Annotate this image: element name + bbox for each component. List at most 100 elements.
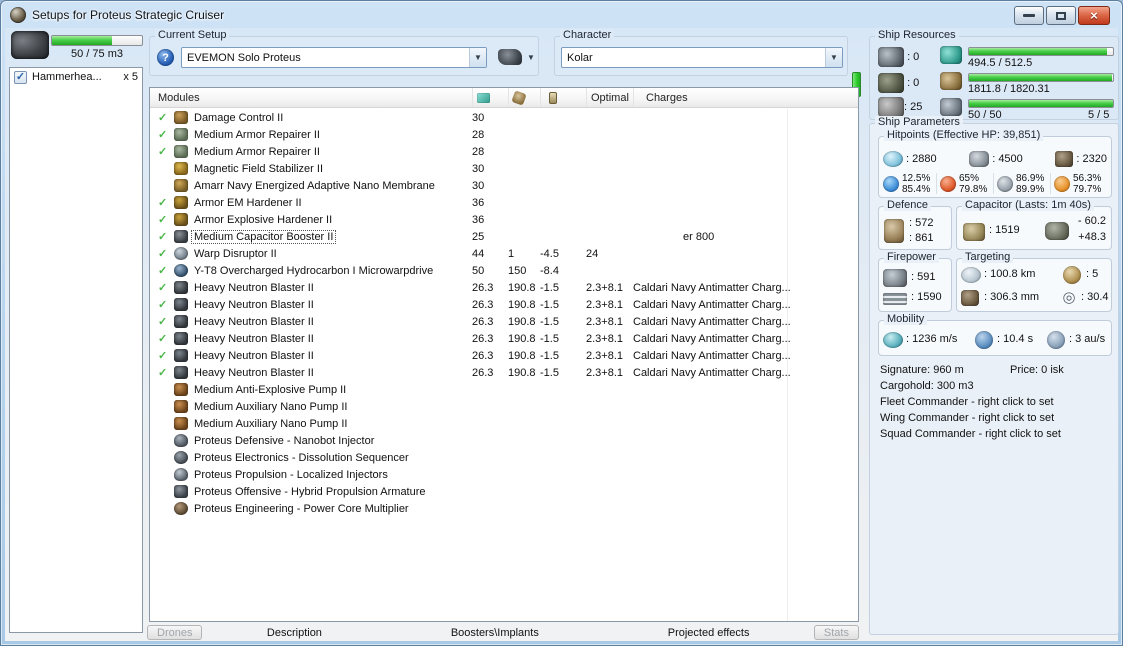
module-cpu: 26.3 <box>472 349 494 362</box>
wing-commander-text[interactable]: Wing Commander - right click to set <box>880 412 1112 428</box>
stats-button[interactable]: Stats <box>813 625 859 640</box>
minimize-button[interactable] <box>1014 6 1044 25</box>
module-row[interactable]: ✓ Armor Explosive Hardener II 36 <box>150 211 858 228</box>
drones-text: 50 / 50 <box>968 109 1002 121</box>
titlebar[interactable]: Setups for Proteus Strategic Cruiser × <box>1 1 1122 28</box>
damage-control-icon <box>174 111 188 124</box>
module-charges: er 800 <box>683 230 715 243</box>
chevron-down-icon[interactable]: ▼ <box>469 48 486 67</box>
blaster-icon <box>174 332 188 345</box>
blaster-icon <box>174 298 188 311</box>
module-row[interactable]: ✓ Y-T8 Overcharged Hydrocarbon I Microwar… <box>150 262 858 279</box>
defence-value-2: : 861 <box>909 232 934 244</box>
module-name: Amarr Navy Energized Adaptive Nano Membr… <box>194 179 435 192</box>
defence-value-1: : 572 <box>909 217 934 229</box>
module-row[interactable]: ✓ Heavy Neutron Blaster II 26.3 190.8 -1.5 2.… <box>150 313 858 330</box>
module-cpu: 30 <box>472 179 485 192</box>
module-row[interactable]: Magnetic Field Stabilizer II 30 <box>150 160 858 177</box>
shield-hp: : 2880 <box>906 153 937 165</box>
module-row[interactable]: Medium Auxiliary Nano Pump II <box>150 398 858 415</box>
setup-combobox-value: EVEMON Solo Proteus <box>187 51 301 64</box>
maximize-button[interactable] <box>1046 6 1076 25</box>
drone-bandwidth-text: 5 / 5 <box>1088 109 1110 121</box>
window-title: Setups for Proteus Strategic Cruiser <box>32 7 225 22</box>
module-row[interactable]: Medium Auxiliary Nano Pump II <box>150 415 858 432</box>
squad-commander-text[interactable]: Squad Commander - right click to set <box>880 428 1112 444</box>
setup-combobox[interactable]: EVEMON Solo Proteus ▼ <box>181 47 487 68</box>
module-capacitor: -1.5 <box>540 332 559 345</box>
fitted-check-icon: ✓ <box>158 265 168 277</box>
cpu-column-header[interactable] <box>472 88 508 107</box>
module-row[interactable]: ✓ Warp Disruptor II 44 1 -4.5 24 <box>150 245 858 262</box>
module-row[interactable]: ✓ Heavy Neutron Blaster II 26.3 190.8 -1.5 2.… <box>150 330 858 347</box>
hitpoints-box: Hitpoints (Effective HP: 39,851) : 2880 … <box>878 129 1112 198</box>
blaster-icon <box>174 315 188 328</box>
module-row[interactable]: ✓ Heavy Neutron Blaster II 26.3 190.8 -1.5 2.… <box>150 279 858 296</box>
character-combobox[interactable]: Kolar ▼ <box>561 47 843 68</box>
fitted-check-icon: ✓ <box>158 231 168 243</box>
module-capacitor: -1.5 <box>540 366 559 379</box>
module-row[interactable]: ✓ Heavy Neutron Blaster II 26.3 190.8 -1.5 2.… <box>150 364 858 381</box>
tab-description[interactable]: Description <box>267 627 322 639</box>
module-row[interactable]: ✓ Medium Armor Repairer II 28 <box>150 126 858 143</box>
chevron-down-icon[interactable]: ▼ <box>825 48 842 67</box>
optimal-column-header[interactable]: Optimal <box>586 88 633 107</box>
drone-checkbox[interactable]: ✓ <box>14 70 27 84</box>
ship-export-button[interactable]: ▼ <box>498 49 535 65</box>
fitted-check-icon: ✓ <box>158 214 168 226</box>
close-button[interactable]: × <box>1078 6 1110 25</box>
chevron-down-icon[interactable]: ▼ <box>527 53 535 62</box>
fitted-check-icon: ✓ <box>158 197 168 209</box>
module-name: Proteus Engineering - Power Core Multipl… <box>194 502 409 515</box>
mag-stab-icon <box>174 162 188 175</box>
module-charges: Caldari Navy Antimatter Charg... <box>633 332 791 345</box>
module-row[interactable]: Proteus Electronics - Dissolution Sequen… <box>150 449 858 466</box>
modules-header[interactable]: Modules Optimal Charges <box>150 88 858 108</box>
module-row[interactable]: ✓ Damage Control II 30 <box>150 109 858 126</box>
module-capacitor: -1.5 <box>540 298 559 311</box>
tab-boosters-implants[interactable]: Boosters\Implants <box>451 627 539 639</box>
module-row[interactable]: ✓ Medium Capacitor Booster II 25 er 800 <box>150 228 858 245</box>
blaster-icon <box>174 366 188 379</box>
drones-button[interactable]: Drones <box>147 625 203 640</box>
module-row[interactable]: Proteus Offensive - Hybrid Propulsion Ar… <box>150 483 858 500</box>
capacitor-label: Capacitor (Lasts: 1m 40s) <box>962 199 1094 211</box>
module-row[interactable]: Amarr Navy Energized Adaptive Nano Membr… <box>150 177 858 194</box>
module-row[interactable]: Proteus Defensive - Nanobot Injector <box>150 432 858 449</box>
module-row[interactable]: ✓ Armor EM Hardener II 36 <box>150 194 858 211</box>
ship-resources-group: Ship Resources : 0 : 0 : 25 494.5 / 512.… <box>869 29 1119 121</box>
module-row[interactable]: ✓ Heavy Neutron Blaster II 26.3 190.8 -1.5 2.… <box>150 296 858 313</box>
capacitor-recharge-icon <box>1045 222 1069 240</box>
module-row[interactable]: ✓ Heavy Neutron Blaster II 26.3 190.8 -1.5 2.… <box>150 347 858 364</box>
charges-column-header[interactable]: Charges <box>633 88 858 107</box>
module-charges: Caldari Navy Antimatter Charg... <box>633 349 791 362</box>
module-row[interactable]: Proteus Engineering - Power Core Multipl… <box>150 500 858 517</box>
help-icon[interactable]: ? <box>157 49 174 66</box>
scan-resolution: : 30.4 <box>1081 291 1109 303</box>
powergrid-column-header[interactable] <box>508 88 540 107</box>
tab-projected-effects[interactable]: Projected effects <box>668 627 750 639</box>
structure-icon <box>1055 151 1074 167</box>
firepower-label: Firepower <box>884 251 939 263</box>
module-cpu: 25 <box>472 230 485 243</box>
drone-listbox[interactable]: ✓ Hammerhea... x 5 <box>9 67 143 633</box>
blaster-icon <box>174 349 188 362</box>
module-cpu: 36 <box>472 213 485 226</box>
ship-parameters-label: Ship Parameters <box>875 116 963 128</box>
drone-list-item[interactable]: ✓ Hammerhea... x 5 <box>10 68 142 86</box>
module-cpu: 30 <box>472 162 485 175</box>
capacitor-column-header[interactable] <box>540 88 586 107</box>
modules-listview[interactable]: Modules Optimal Charges ✓ Damage Control … <box>149 87 859 622</box>
modules-column-header[interactable]: Modules <box>158 92 472 104</box>
module-name: Proteus Electronics - Dissolution Sequen… <box>194 451 409 464</box>
capacitor-box: Capacitor (Lasts: 1m 40s) : 1519 - 60.2 … <box>956 199 1112 250</box>
module-name: Medium Anti-Explosive Pump II <box>194 383 347 396</box>
cpu-bar <box>968 47 1114 56</box>
module-row[interactable]: Medium Anti-Explosive Pump II <box>150 381 858 398</box>
module-row[interactable]: Proteus Propulsion - Localized Injectors <box>150 466 858 483</box>
thermal-resist-icon <box>940 175 956 192</box>
kinetic-resist-bottom: 89.9% <box>1016 183 1045 195</box>
fleet-commander-text[interactable]: Fleet Commander - right click to set <box>880 396 1112 412</box>
calibration-value: : 25 <box>904 101 923 113</box>
module-row[interactable]: ✓ Medium Armor Repairer II 28 <box>150 143 858 160</box>
